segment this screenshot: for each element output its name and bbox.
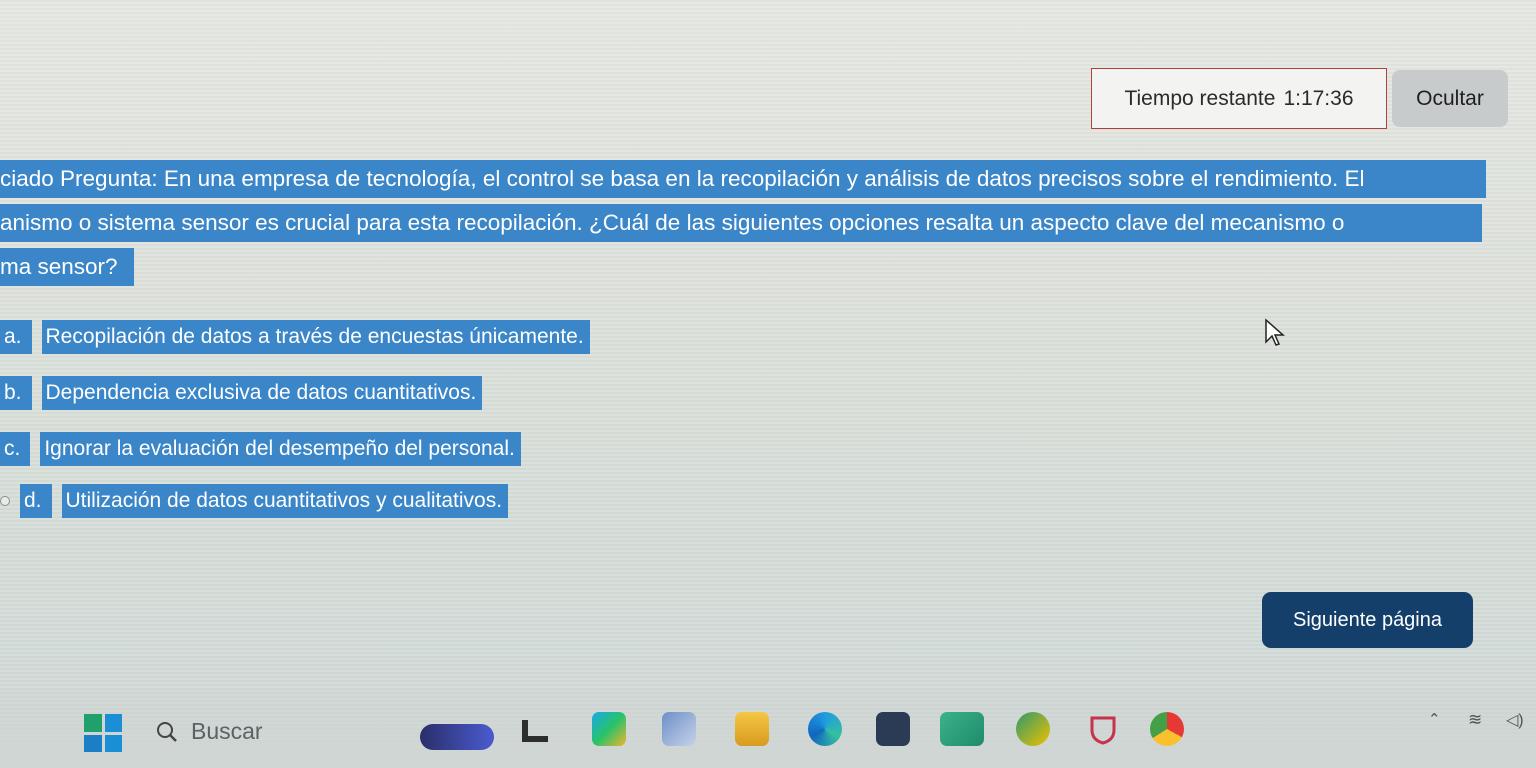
option-b[interactable]: b. Dependencia exclusiva de datos cuanti… (0, 376, 483, 410)
hide-timer-button[interactable]: Ocultar (1392, 70, 1508, 127)
option-letter: a. (0, 320, 32, 354)
timer-value: 1:17:36 (1283, 86, 1354, 110)
widgets-icon[interactable] (662, 712, 696, 746)
store-icon[interactable] (876, 712, 910, 746)
option-d[interactable]: d. Utilización de datos cuantitativos y … (0, 484, 509, 518)
task-view-icon[interactable] (518, 712, 552, 746)
edge-icon[interactable] (808, 712, 842, 746)
chevron-up-icon[interactable]: ⌃ (1428, 710, 1441, 728)
next-page-button[interactable]: Siguiente página (1262, 592, 1473, 648)
option-letter: b. (0, 376, 32, 410)
search-placeholder: Buscar (191, 718, 263, 744)
search-icon (157, 721, 177, 742)
wifi-icon[interactable]: ≋ (1468, 710, 1482, 730)
file-explorer-icon[interactable] (735, 712, 769, 746)
start-icon[interactable] (84, 714, 122, 752)
weather-icon[interactable] (420, 724, 494, 750)
app-icon[interactable] (940, 712, 984, 746)
option-radio[interactable] (0, 496, 10, 506)
volume-icon[interactable]: ◁) (1506, 710, 1524, 730)
option-label[interactable]: Dependencia exclusiva de datos cuantitat… (41, 376, 483, 410)
question-text: ciado Pregunta: En una empresa de tecnol… (0, 158, 1536, 290)
question-line-1: ciado Pregunta: En una empresa de tecnol… (0, 160, 1486, 198)
teams-icon[interactable] (1016, 712, 1050, 746)
shield-icon[interactable] (1086, 712, 1120, 746)
question-line-3: ma sensor? (0, 248, 134, 286)
timer-box: Tiempo restante 1:17:36 (1091, 68, 1387, 129)
copilot-icon[interactable] (592, 712, 626, 746)
option-letter: c. (0, 432, 31, 466)
chrome-icon[interactable] (1150, 712, 1184, 746)
question-line-2: anismo o sistema sensor es crucial para … (0, 204, 1482, 242)
taskbar-search[interactable]: Buscar (155, 718, 263, 745)
timer-label: Tiempo restante (1124, 86, 1276, 110)
option-a[interactable]: a. Recopilación de datos a través de enc… (0, 320, 590, 354)
option-label[interactable]: Recopilación de datos a través de encues… (41, 320, 590, 354)
option-label[interactable]: Ignorar la evaluación del desempeño del … (40, 432, 521, 466)
option-label[interactable]: Utilización de datos cuantitativos y cua… (61, 484, 509, 518)
mouse-cursor-icon (1265, 318, 1285, 346)
option-c[interactable]: c. Ignorar la evaluación del desempeño d… (0, 432, 521, 466)
option-letter: d. (20, 484, 52, 518)
